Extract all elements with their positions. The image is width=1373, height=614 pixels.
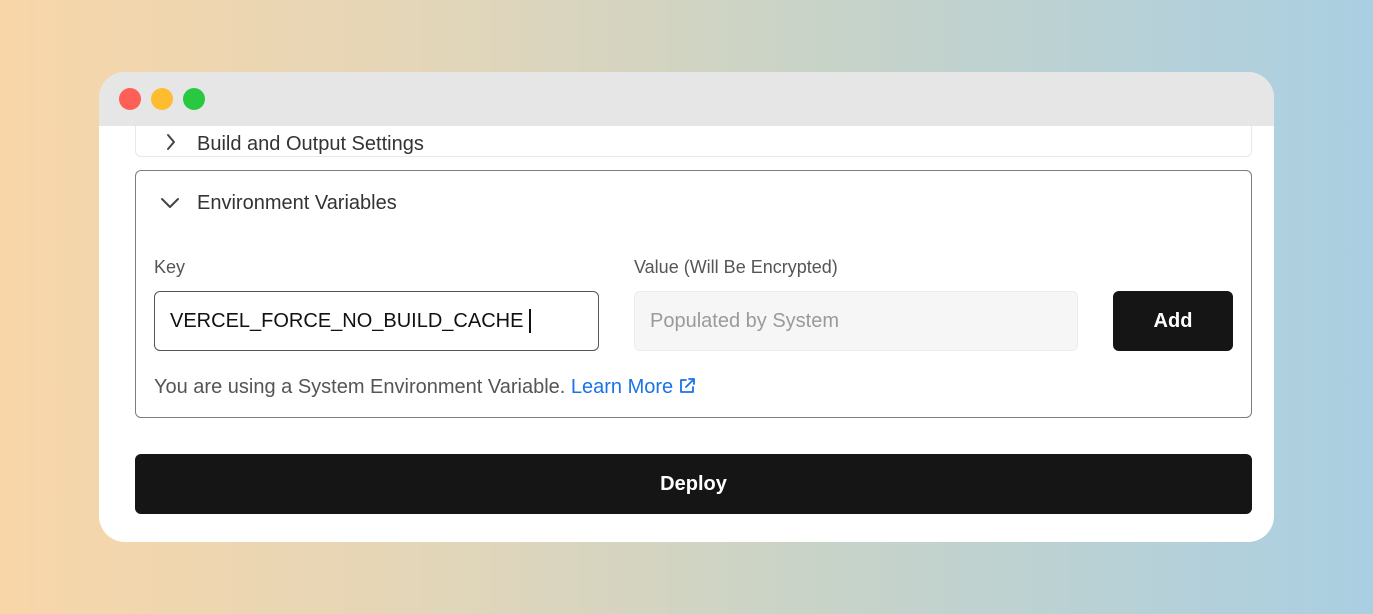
text-cursor [529,309,531,333]
key-label: Key [154,257,186,277]
maximize-window-button[interactable] [183,88,205,110]
deploy-settings-content: Build and Output Settings Environment Va… [99,72,1274,542]
learn-more-label: Learn More [570,376,674,398]
chevron-down-icon [161,198,179,208]
hint-text: You are using a System Environment Varia… [154,376,566,398]
browser-window: Build and Output Settings Environment Va… [99,72,1274,542]
environment-variables-title: Environment Variables [197,192,397,214]
value-input[interactable] [634,291,1078,351]
add-button[interactable]: Add [1113,291,1233,351]
minimize-window-button[interactable] [151,88,173,110]
key-input[interactable] [154,291,599,351]
system-variable-hint: You are using a System Environment Varia… [154,376,697,399]
chevron-right-icon [167,134,175,150]
close-window-button[interactable] [119,88,141,110]
environment-variables-panel: Environment Variables Key Value (Will Be… [135,170,1252,418]
external-link-icon [680,378,696,393]
learn-more-link[interactable]: Learn More [571,376,697,398]
deploy-button[interactable]: Deploy [135,454,1252,514]
environment-variables-toggle[interactable]: Environment Variables [136,171,1251,235]
window-titlebar [99,72,1274,126]
value-label: Value (Will Be Encrypted) [634,257,838,277]
build-output-settings-title: Build and Output Settings [197,133,424,155]
